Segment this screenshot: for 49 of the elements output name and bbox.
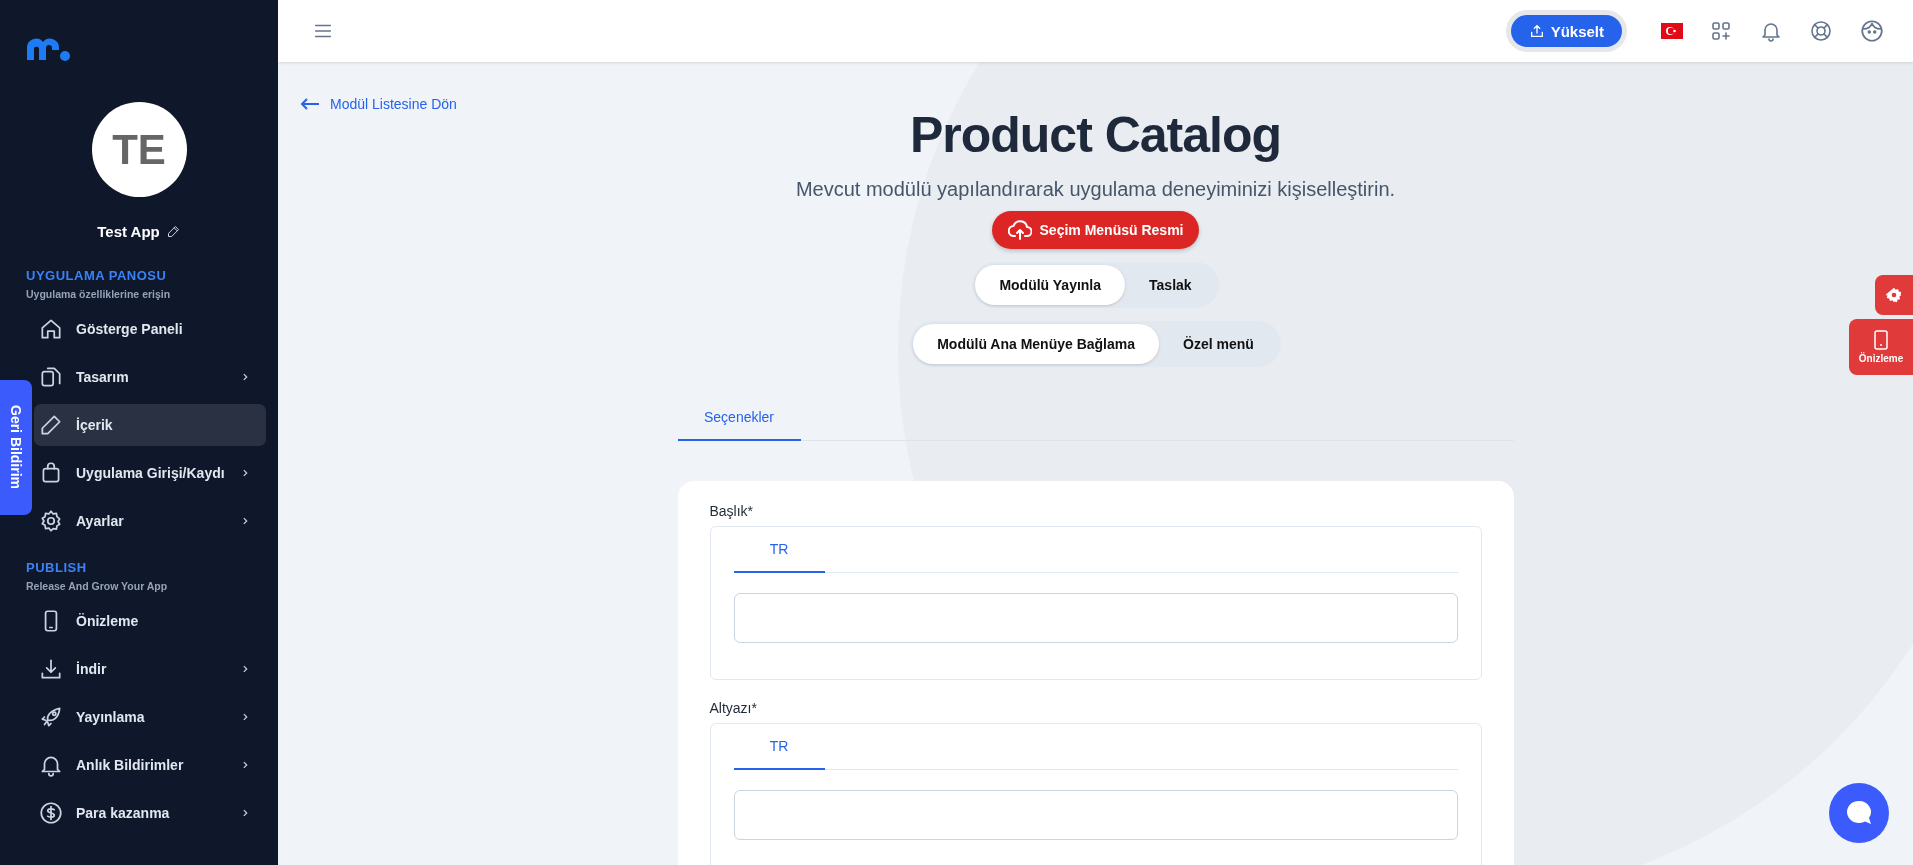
upload-icon [1528, 23, 1545, 39]
avatar-initials: TE [91, 102, 187, 197]
section-title: UYGULAMA PANOSU [26, 268, 168, 283]
turkey-flag-icon[interactable] [1661, 23, 1683, 39]
tab[interactable]: Seçenekler [677, 395, 801, 441]
language-tab[interactable]: TR [733, 724, 825, 770]
lifebuoy-icon[interactable] [1809, 19, 1833, 43]
sidebar-item[interactable]: İndir [34, 648, 266, 690]
apps-add-icon[interactable] [1709, 19, 1733, 43]
logo-icon [25, 36, 71, 62]
feedback-tab[interactable]: Geri Bildirim [0, 380, 32, 515]
back-link[interactable]: Modül Listesine Dön [300, 96, 457, 112]
dollar-icon [38, 800, 64, 826]
sidebar-item[interactable]: İçerik [34, 404, 266, 446]
toggle-option[interactable]: Modülü Ana Menüye Bağlama [913, 324, 1159, 364]
sidebar-item[interactable]: Uygulama Girişi/Kaydı [34, 452, 266, 494]
page-subtitle: Mevcut modülü yapılandırarak uygulama deneyiminizi kişiselleştirin. [795, 178, 1396, 201]
sidebar-item[interactable]: Tasarım [34, 356, 266, 398]
arrow-left-icon [300, 98, 320, 110]
input-field[interactable] [733, 593, 1458, 643]
upload-image-button[interactable]: Seçim Menüsü Resmi [991, 211, 1200, 249]
page-title: Product Catalog [909, 106, 1282, 164]
phone-icon [1874, 330, 1888, 350]
sidebar-item[interactable]: Yayınlama [34, 696, 266, 738]
field-label: Altyazı* [709, 700, 758, 716]
app-name: Test App [97, 223, 160, 240]
section-subtitle: Release And Grow Your App [26, 580, 169, 592]
chat-icon[interactable] [1829, 783, 1889, 843]
cloud-upload-icon [1007, 219, 1032, 241]
section-subtitle: Uygulama özelliklerine erişin [26, 288, 172, 300]
sidebar-item[interactable]: Anlık Bildirimler [34, 744, 266, 786]
settings-button[interactable] [1875, 275, 1913, 315]
sidebar-item[interactable]: Ayarlar [34, 500, 266, 542]
upgrade-button[interactable]: Yükselt [1510, 15, 1622, 47]
field-label: Başlık* [709, 503, 755, 519]
toggle-option[interactable]: Özel menü [1159, 324, 1278, 364]
section-title: PUBLISH [26, 560, 88, 575]
sidebar-item[interactable]: Önizleme [34, 600, 266, 642]
language-tab[interactable]: TR [733, 527, 825, 573]
face-icon[interactable] [1859, 18, 1885, 44]
toggle-option[interactable]: Modülü Yayınla [975, 265, 1126, 305]
design-icon [38, 364, 64, 390]
pencil-icon [165, 224, 181, 239]
sidebar-item[interactable]: Gösterge Paneli [34, 308, 266, 350]
gear-icon [1886, 287, 1902, 303]
preview-button[interactable]: Önizleme [1849, 319, 1913, 375]
toggle-option[interactable]: Taslak [1125, 265, 1216, 305]
sidebar-item[interactable]: Para kazanma [34, 792, 266, 834]
input-field[interactable] [733, 790, 1458, 840]
